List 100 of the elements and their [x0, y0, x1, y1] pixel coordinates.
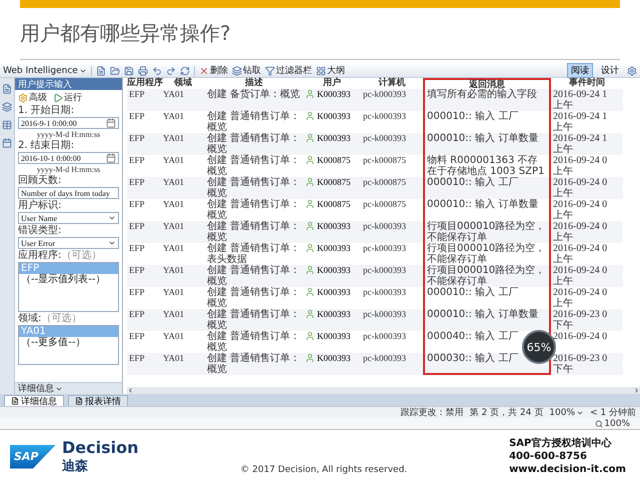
- date-field[interactable]: 2016-10-1 0:00:00: [18, 152, 119, 164]
- copyright-text: © 2017 Decision, All rights reserved.: [240, 465, 408, 475]
- view-tab[interactable]: 阅读: [567, 63, 593, 78]
- printer-icon[interactable]: [138, 66, 148, 76]
- horizontal-scrollbar[interactable]: [127, 387, 640, 394]
- table-cell: 000010:: 输入 工厂: [423, 177, 551, 199]
- table-cell: 2016-09-24 0 上午: [551, 177, 623, 199]
- table-cell: EFP: [127, 177, 161, 199]
- table-cell: 行项目000010路径为空，不能保存订单: [423, 265, 551, 287]
- view-tab[interactable]: 设计: [597, 63, 623, 78]
- user-icon: [305, 133, 315, 143]
- table-cell: EFP: [127, 133, 161, 155]
- table-cell: K000393: [317, 89, 350, 99]
- toolbar-button[interactable]: 大纲: [316, 64, 345, 77]
- table-cell: 创建 普通销售订单：概览: [205, 309, 303, 331]
- field-label: 1. 开始日期:: [18, 105, 76, 116]
- table-cell: 000010:: 输入 工厂: [423, 111, 551, 133]
- field-label: 回顾天数:: [18, 175, 62, 186]
- delete-icon: [198, 66, 209, 76]
- refresh-status: < 1 分钟前: [590, 406, 636, 419]
- table-cell: pc-k000393: [361, 89, 423, 111]
- user-icon: [305, 199, 315, 209]
- table-cell: K000393: [317, 133, 350, 143]
- run-button[interactable]: 运行: [53, 91, 82, 104]
- select-field[interactable]: User Error: [18, 237, 119, 249]
- column-header: 事件时间: [568, 78, 606, 89]
- table-cell: 行项目000010路径为空，不能保存订单: [423, 221, 551, 243]
- scroll-left-icon[interactable]: [127, 387, 134, 394]
- report-tab[interactable]: 报表详情: [68, 395, 128, 406]
- table-cell: 创建 普通销售订单：概览: [205, 265, 303, 287]
- toolbar-button[interactable]: 过滤器栏: [264, 64, 312, 77]
- user-icon: [305, 177, 315, 187]
- table-cell: K000393: [317, 111, 350, 121]
- advanced-button[interactable]: 高级: [18, 91, 47, 104]
- table-cell: 创建 普通销售订单：概览: [205, 177, 303, 199]
- toolbar-button[interactable]: 钻取: [232, 64, 261, 77]
- table-cell: 物料 R000001363 不存在于存储地点 1003 SZP1: [423, 155, 551, 177]
- report-tab[interactable]: 详细信息: [4, 395, 64, 406]
- table-cell: EFP: [127, 353, 161, 375]
- undo-icon[interactable]: [152, 66, 162, 76]
- table-cell: YA01: [161, 265, 205, 287]
- table-cell: 2016-09-24 0 上午: [551, 221, 623, 243]
- document-icon: [11, 397, 19, 405]
- column-header: 描述: [244, 78, 264, 88]
- new-document-icon[interactable]: [96, 66, 106, 76]
- table-cell: K000875: [317, 177, 350, 187]
- folder-icon[interactable]: [110, 66, 120, 76]
- input-field[interactable]: Number of days from today: [18, 187, 119, 199]
- table-cell: K000393: [317, 309, 350, 319]
- page-indicator: 第 2 页，共 24 页: [470, 406, 544, 419]
- redo-icon[interactable]: [166, 66, 176, 76]
- contact-line: 400-600-8756: [509, 450, 587, 463]
- table-cell: K000393: [317, 265, 350, 275]
- table-cell: 2016-09-23 0 下午: [551, 309, 623, 331]
- user-icon: [305, 221, 315, 231]
- refresh-icon[interactable]: [180, 66, 190, 76]
- brand-name: 迪森: [62, 458, 89, 475]
- table-cell: YA01: [161, 309, 205, 331]
- zoom-select[interactable]: 100%: [549, 408, 584, 418]
- table-cell: EFP: [127, 89, 161, 111]
- field-label: 用户标识:: [18, 200, 62, 211]
- user-icon: [305, 89, 315, 99]
- select-field[interactable]: User Name: [18, 212, 119, 224]
- table-cell: K000875: [317, 155, 350, 165]
- column-header: 用户: [322, 78, 342, 89]
- field-label: 应用程序:（可选）: [18, 250, 102, 261]
- table-cell: 000010:: 输入 订单数量: [423, 309, 551, 331]
- save-icon[interactable]: [124, 66, 134, 76]
- table-cell: 创建 备货订单：概览: [205, 89, 303, 111]
- table-cell: pc-k000393: [361, 265, 423, 287]
- table-cell: 行项目000010路径为空，不能保存订单: [423, 243, 551, 265]
- table-cell: 2016-09-24 0 上午: [551, 265, 623, 287]
- format-hint: yyyy-M-d H:mm:ss: [36, 130, 102, 139]
- document-icon[interactable]: [2, 84, 12, 94]
- date-field[interactable]: 2016-9-1 0:00:00: [18, 117, 119, 129]
- user-icon: [305, 309, 315, 319]
- caret-icon: [108, 214, 116, 222]
- scroll-right-icon[interactable]: [633, 387, 640, 394]
- slide-title: 用户都有哪些异常操作?: [20, 20, 231, 47]
- product-menu[interactable]: Web Intelligence: [3, 66, 87, 76]
- table-cell: EFP: [127, 309, 161, 331]
- list-item[interactable]: （--显示值列表--）: [19, 274, 118, 285]
- list-item[interactable]: （--更多值--）: [19, 337, 118, 348]
- user-icon: [305, 331, 315, 341]
- table-cell: pc-k000393: [361, 221, 423, 243]
- user-icon: [305, 111, 315, 121]
- table-cell: 000010:: 输入 工厂: [423, 287, 551, 309]
- toolbar-button[interactable]: 删除: [198, 64, 228, 77]
- panel-title: 用户提示输入: [15, 78, 122, 90]
- column-header: 计算机: [377, 78, 406, 89]
- table-cell: YA01: [161, 353, 205, 375]
- page-zoom[interactable]: 100%: [595, 418, 630, 428]
- calendar-icon: [106, 153, 116, 163]
- table-icon[interactable]: [2, 120, 12, 130]
- format-hint: yyyy-M-d H:mm:ss: [36, 165, 102, 174]
- table-cell: 创建 普通销售订单：概览: [205, 353, 303, 375]
- user-icon: [305, 265, 315, 275]
- table-cell: pc-k000393: [361, 133, 423, 155]
- table-cell: YA01: [161, 89, 205, 111]
- user-icon: [305, 243, 315, 253]
